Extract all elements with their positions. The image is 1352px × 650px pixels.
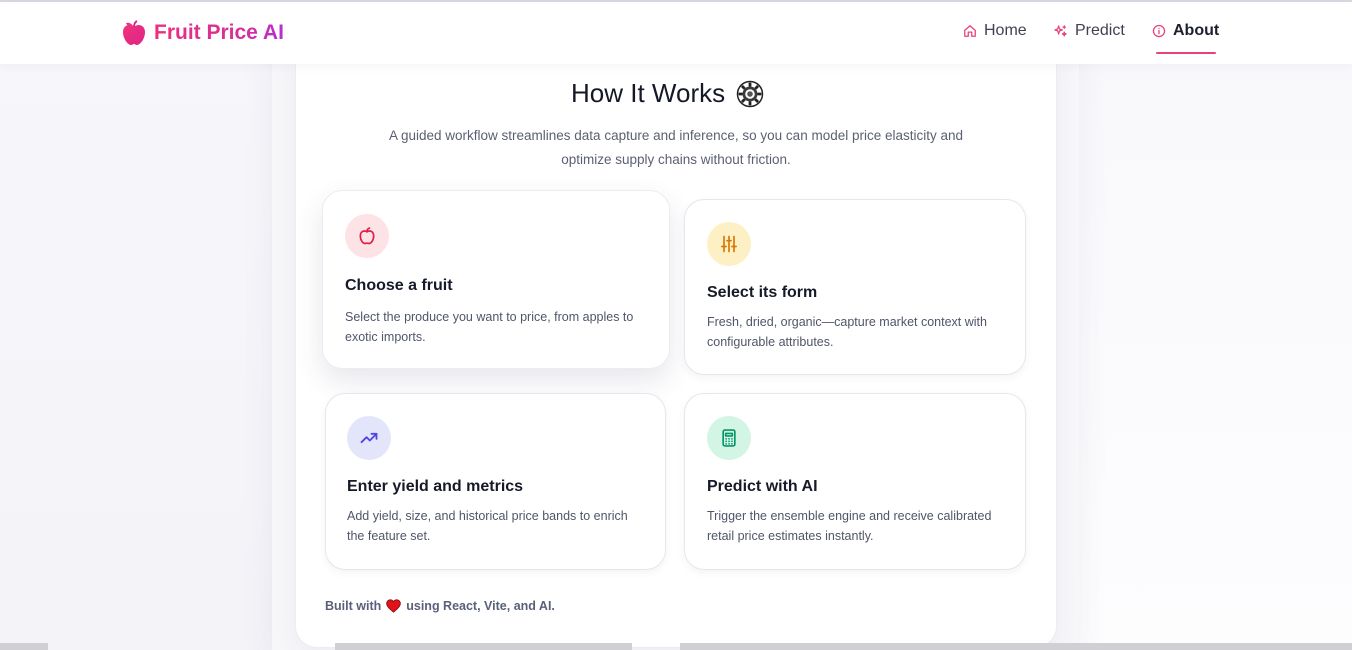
nav-active-underline: [1156, 52, 1216, 54]
built-with-prefix: Built with: [325, 599, 382, 613]
info-icon: [1152, 24, 1166, 38]
step-title: Enter yield and metrics: [347, 478, 524, 495]
section-subtitle: A guided workflow streamlines data captu…: [388, 128, 964, 167]
page-background-right: [1079, 0, 1352, 650]
step-icon-badge: [707, 416, 751, 460]
step-description: Add yield, size, and historical price ba…: [347, 509, 628, 543]
brand-logo[interactable]: Fruit Price AI: [122, 20, 284, 46]
apple-icon: [359, 227, 375, 245]
navbar: Fruit Price AI Home Predict About: [0, 2, 1352, 64]
built-with-suffix: using React, Vite, and AI.: [406, 599, 555, 613]
step-title: Choose a fruit: [345, 277, 453, 294]
nav-about-link[interactable]: About: [1152, 22, 1219, 40]
brand-name: Fruit Price AI: [154, 21, 284, 44]
nav-predict-label: Predict: [1075, 22, 1125, 39]
step-title: Select its form: [707, 284, 818, 301]
home-icon: [964, 25, 976, 37]
taskbar-strip: [680, 643, 1352, 650]
step-title: Predict with AI: [707, 478, 818, 495]
nav-predict-link[interactable]: Predict: [1053, 22, 1125, 40]
page-background-left: [0, 0, 272, 650]
nav-home-label: Home: [984, 22, 1027, 39]
step-card-choose-fruit[interactable]: Choose a fruit Select the produce you wa…: [322, 190, 670, 369]
trending-up-icon: [360, 432, 378, 444]
taskbar-strip: [0, 643, 48, 650]
heart-icon: [386, 599, 402, 613]
step-description: Select the produce you want to price, fr…: [345, 310, 634, 344]
step-card-select-form[interactable]: Select its form Fresh, dried, organic—ca…: [684, 199, 1026, 375]
apple-logo-icon: [123, 20, 145, 45]
section-title-text: How It Works: [571, 78, 726, 108]
step-description: Fresh, dried, organic—capture market con…: [707, 315, 987, 349]
step-icon-badge: [707, 222, 751, 266]
step-icon-badge: [347, 416, 391, 460]
section-title: How It Works: [571, 78, 765, 109]
step-description: Trigger the ensemble engine and receive …: [707, 509, 992, 543]
step-card-predict-ai[interactable]: Predict with AI Trigger the ensemble eng…: [684, 393, 1026, 570]
sparkles-icon: [1054, 24, 1067, 36]
calculator-icon: [722, 429, 736, 447]
nav-about-label: About: [1173, 22, 1220, 39]
sliders-icon: [721, 235, 737, 253]
taskbar-strip: [335, 643, 632, 650]
nav-home-link[interactable]: Home: [963, 22, 1027, 40]
step-card-enter-yield[interactable]: Enter yield and metrics Add yield, size,…: [325, 393, 666, 570]
step-icon-badge: [345, 214, 389, 258]
gear-icon: [736, 80, 764, 107]
built-with-note: Built with using React, Vite, and AI.: [325, 599, 555, 613]
